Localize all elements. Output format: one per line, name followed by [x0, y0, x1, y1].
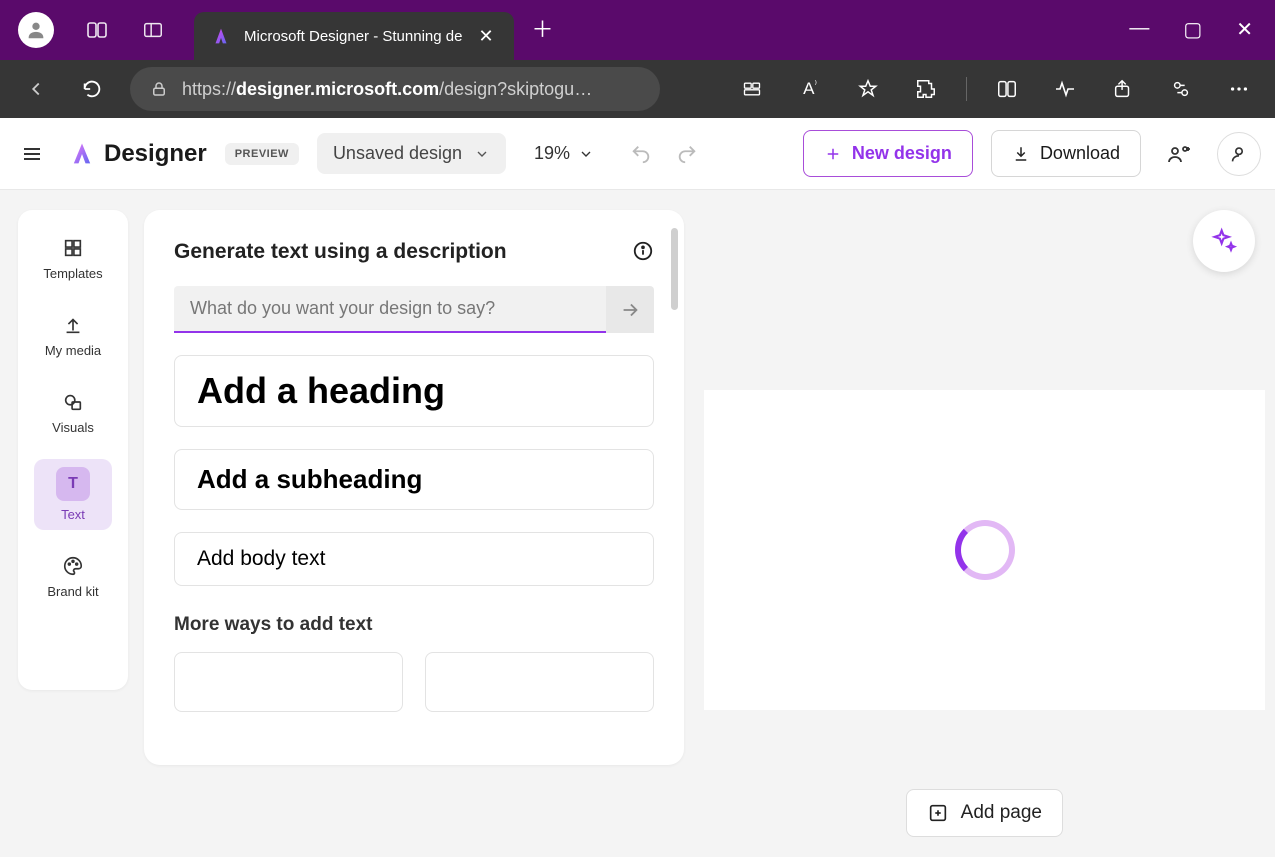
arrow-right-icon: [619, 299, 641, 321]
health-icon[interactable]: [1047, 71, 1083, 107]
sidebar-item-visuals[interactable]: Visuals: [34, 382, 112, 443]
text-template-card[interactable]: [425, 652, 654, 712]
app-header: Designer PREVIEW Unsaved design 19% New …: [0, 118, 1275, 190]
canvas-area: [704, 210, 1265, 857]
download-button[interactable]: Download: [991, 130, 1141, 177]
account-sync-icon[interactable]: [1163, 71, 1199, 107]
tab-title: Microsoft Designer - Stunning de: [244, 28, 462, 45]
sidebar-item-templates[interactable]: Templates: [34, 228, 112, 289]
visuals-icon: [61, 390, 85, 414]
panel-title: Generate text using a description: [174, 240, 654, 264]
read-aloud-icon[interactable]: A⁾: [792, 71, 828, 107]
back-button[interactable]: [18, 71, 54, 107]
zoom-control[interactable]: 19%: [534, 143, 594, 164]
new-design-button[interactable]: New design: [803, 130, 973, 177]
sidebar-item-text[interactable]: T Text: [34, 459, 112, 530]
info-icon: [632, 240, 654, 262]
designer-favicon-icon: [210, 25, 232, 47]
sparkle-icon: [1210, 227, 1238, 255]
add-heading-option[interactable]: Add a heading: [174, 355, 654, 427]
add-page-button[interactable]: Add page: [906, 789, 1063, 837]
chevron-down-icon: [578, 146, 594, 162]
loading-spinner: [955, 520, 1015, 580]
plus-square-icon: [927, 802, 949, 824]
refresh-button[interactable]: [74, 71, 110, 107]
templates-icon: [61, 236, 85, 260]
generate-button[interactable]: [606, 286, 654, 333]
sidebar-item-mymedia[interactable]: My media: [34, 305, 112, 366]
sidebar-item-brandkit[interactable]: Brand kit: [34, 546, 112, 607]
profile-avatar[interactable]: [18, 12, 54, 48]
text-icon: T: [56, 467, 90, 501]
app-logo[interactable]: Designer: [68, 140, 207, 168]
undo-button[interactable]: [630, 143, 652, 165]
lock-icon: [150, 80, 168, 98]
text-panel: Generate text using a description Add a …: [144, 210, 684, 765]
extensions-icon[interactable]: [908, 71, 944, 107]
workspaces-icon[interactable]: [84, 17, 110, 43]
more-ways-title: More ways to add text: [174, 614, 654, 636]
browser-titlebar: Microsoft Designer - Stunning de ✕ ＋ — ▢…: [0, 0, 1275, 60]
app-name: Designer: [104, 140, 207, 168]
person-icon: [25, 19, 47, 41]
add-body-option[interactable]: Add body text: [174, 532, 654, 586]
text-prompt-input[interactable]: [174, 286, 606, 333]
left-sidebar: Templates My media Visuals T Text Brand …: [18, 210, 128, 690]
app-mode-icon[interactable]: [734, 71, 770, 107]
share-people-button[interactable]: [1159, 134, 1199, 174]
palette-icon: [61, 554, 85, 578]
browser-toolbar: https://designer.microsoft.com/design?sk…: [0, 60, 1275, 118]
share-icon[interactable]: [1105, 71, 1141, 107]
download-icon: [1012, 145, 1030, 163]
designer-logo-icon: [68, 140, 96, 168]
tab-close-button[interactable]: ✕: [474, 24, 497, 49]
browser-tab[interactable]: Microsoft Designer - Stunning de ✕: [194, 12, 514, 60]
favorite-icon[interactable]: [850, 71, 886, 107]
ai-sparkle-button[interactable]: [1193, 210, 1255, 272]
url-text: https://designer.microsoft.com/design?sk…: [182, 79, 592, 100]
split-screen-icon[interactable]: [989, 71, 1025, 107]
hamburger-menu[interactable]: [14, 136, 50, 172]
info-button[interactable]: [632, 240, 654, 262]
document-name-dropdown[interactable]: Unsaved design: [317, 133, 506, 174]
text-template-card[interactable]: [174, 652, 403, 712]
document-name: Unsaved design: [333, 143, 462, 164]
tab-actions-icon[interactable]: [140, 17, 166, 43]
minimize-button[interactable]: —: [1129, 17, 1149, 42]
upload-icon: [61, 313, 85, 337]
chevron-down-icon: [474, 146, 490, 162]
redo-button[interactable]: [676, 143, 698, 165]
panel-scrollbar[interactable]: [671, 228, 678, 310]
plus-icon: [824, 145, 842, 163]
more-menu-button[interactable]: [1221, 71, 1257, 107]
address-bar[interactable]: https://designer.microsoft.com/design?sk…: [130, 67, 660, 111]
maximize-button[interactable]: ▢: [1183, 17, 1202, 42]
add-subheading-option[interactable]: Add a subheading: [174, 449, 654, 510]
close-window-button[interactable]: ✕: [1236, 17, 1253, 42]
zoom-value: 19%: [534, 143, 570, 164]
preview-badge: PREVIEW: [225, 143, 299, 165]
design-canvas[interactable]: [704, 390, 1265, 710]
new-tab-button[interactable]: ＋: [532, 12, 554, 44]
account-button[interactable]: [1217, 132, 1261, 176]
app-root: Designer PREVIEW Unsaved design 19% New …: [0, 118, 1275, 857]
